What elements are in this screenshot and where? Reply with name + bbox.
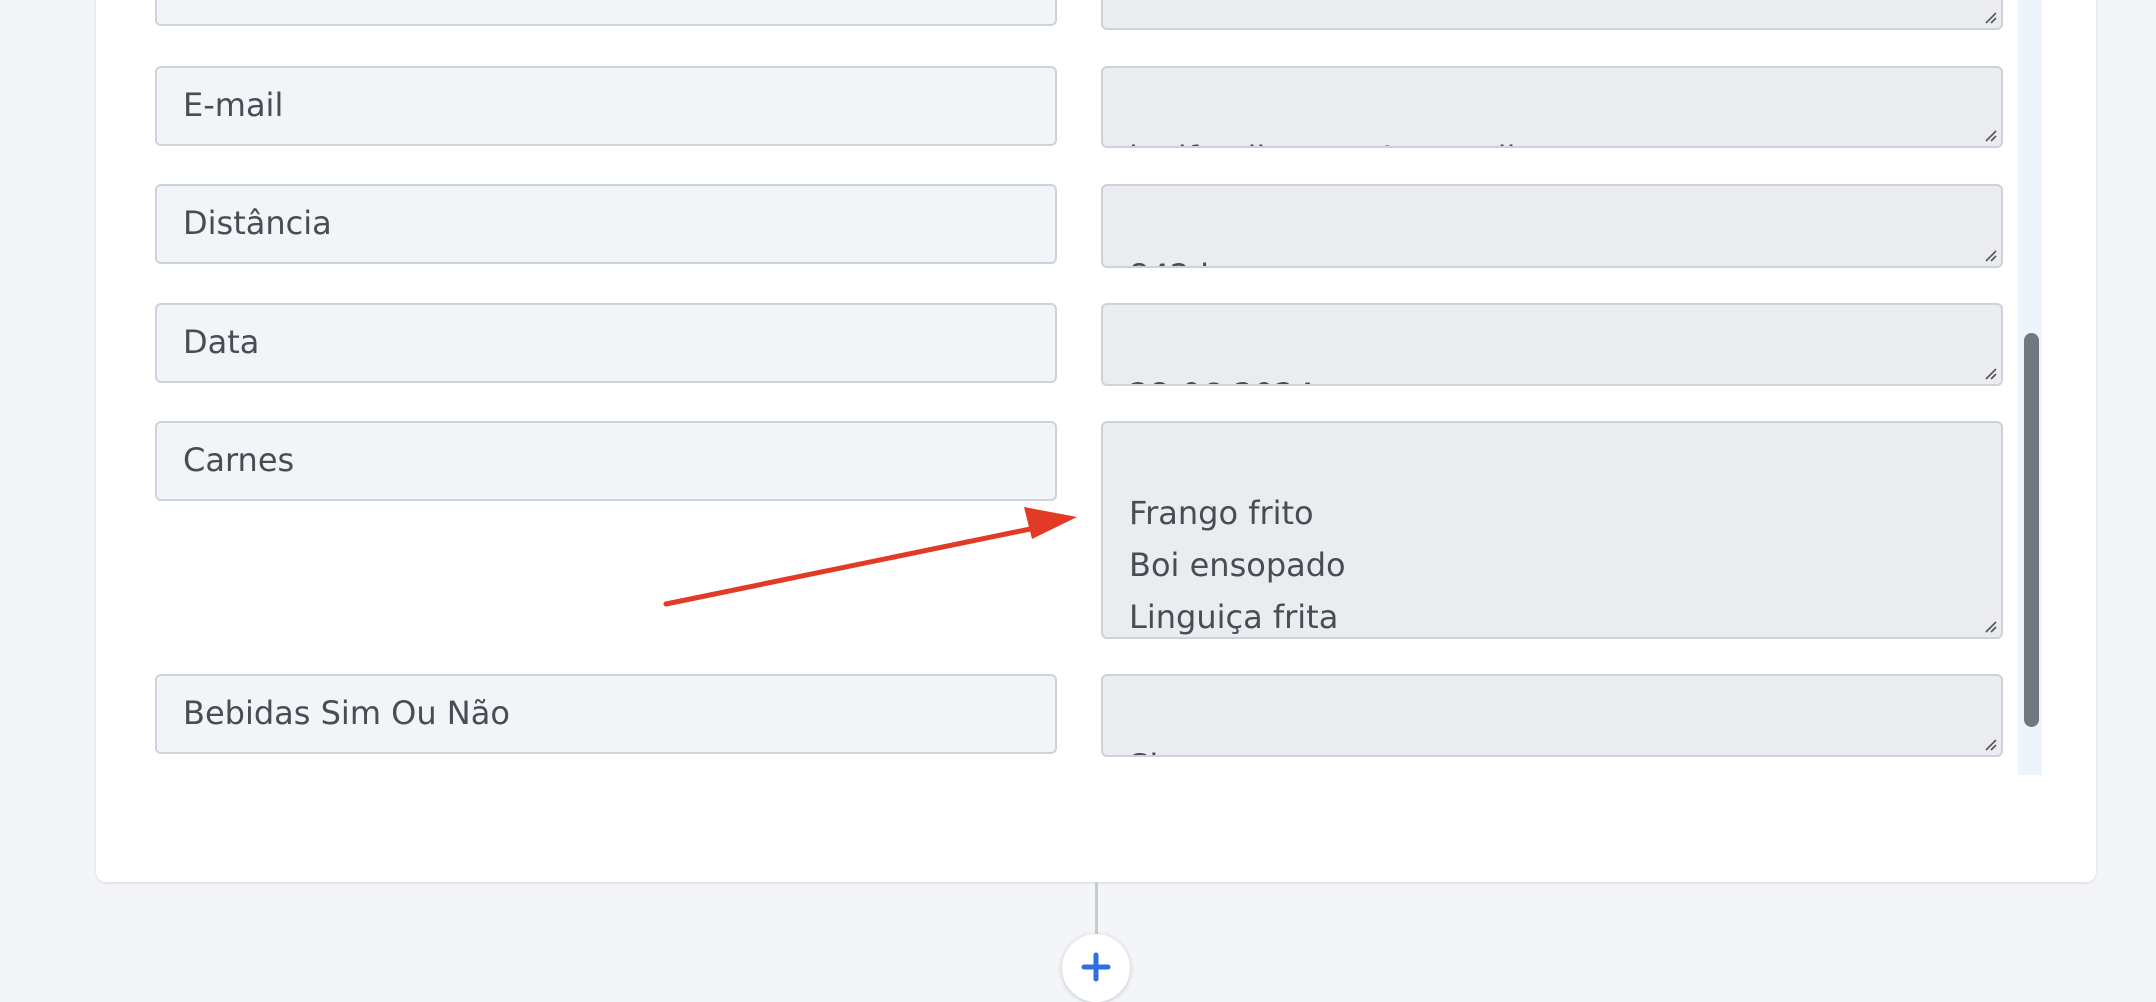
resize-grip-icon[interactable] [1983,128,1997,142]
add-step-button[interactable] [1062,934,1130,1002]
resize-grip-icon[interactable] [1983,248,1997,262]
field-key-previous[interactable] [155,0,1057,26]
field-value-distancia[interactable]: 842 km [1101,184,2003,268]
field-value-email[interactable]: jenifersilvaamo4@gmail.com [1101,66,2003,148]
field-key-distancia[interactable]: Distância [155,184,1057,264]
field-value-email-text: jenifersilvaamo4@gmail.com [1129,139,1594,146]
resize-grip-icon[interactable] [1983,366,1997,380]
field-value-previous[interactable] [1101,0,2003,30]
field-value-data[interactable]: 28-06-2024 [1101,303,2003,386]
field-value-data-text: 28-06-2024 [1129,376,1315,384]
field-key-email[interactable]: E-mail [155,66,1057,146]
scrollbar-thumb[interactable] [2024,333,2039,727]
field-value-carnes[interactable]: Frango frito Boi ensopado Linguiça frita [1101,421,2003,639]
plus-icon [1081,952,1111,982]
field-key-bebidas[interactable]: Bebidas Sim Ou Não [155,674,1057,754]
resize-grip-icon[interactable] [1983,737,1997,751]
field-value-distancia-text: 842 km [1129,257,1250,266]
field-value-carnes-text: Frango frito Boi ensopado Linguiça frita [1129,494,1346,636]
resize-grip-icon[interactable] [1983,619,1997,633]
field-value-bebidas-text: Sim [1129,747,1189,755]
field-key-data[interactable]: Data [155,303,1057,383]
resize-grip-icon[interactable] [1983,10,1997,24]
field-value-bebidas[interactable]: Sim [1101,674,2003,757]
field-key-carnes[interactable]: Carnes [155,421,1057,501]
flow-connector-line [1095,882,1098,934]
